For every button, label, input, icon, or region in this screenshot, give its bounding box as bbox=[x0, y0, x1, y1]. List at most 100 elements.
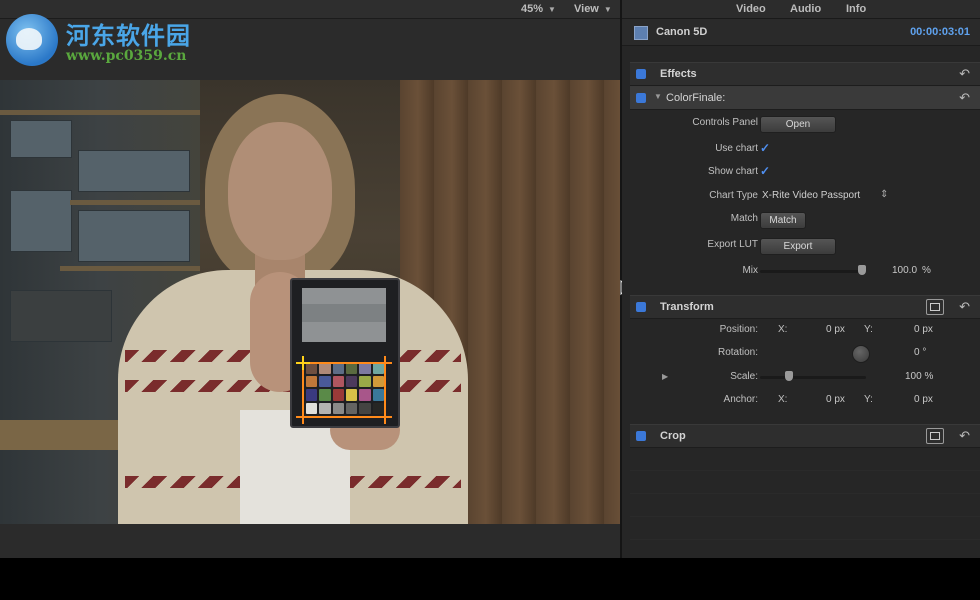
anchor-row: Anchor: X: 0 px Y: 0 px bbox=[630, 390, 980, 412]
crop-title: Crop bbox=[660, 430, 686, 442]
anchor-x-value[interactable]: 0 px bbox=[826, 394, 845, 405]
swatch bbox=[359, 389, 371, 401]
bins bbox=[10, 290, 112, 342]
chart-outline bbox=[302, 416, 386, 418]
bins bbox=[10, 190, 72, 252]
colorfinale-section-header[interactable]: ▼ ColorFinale: ↶ bbox=[630, 86, 980, 110]
crop-onscreen-control-icon[interactable] bbox=[926, 428, 944, 444]
disclosure-triangle-icon[interactable]: ▶ bbox=[662, 372, 668, 381]
chart-type-label: Chart Type bbox=[709, 190, 758, 201]
position-x-label: X: bbox=[778, 324, 788, 335]
anchor-label: Anchor: bbox=[723, 394, 758, 405]
clip-timecode: 00:00:03:01 bbox=[910, 26, 970, 38]
inspector-panel: Video Audio Info Canon 5D 00:00:03:01 Ef… bbox=[622, 0, 980, 558]
swatch bbox=[332, 375, 344, 387]
use-chart-checkbox[interactable]: ✓ bbox=[760, 141, 770, 155]
show-chart-label: Show chart bbox=[707, 166, 758, 177]
mix-value[interactable]: 100.0 bbox=[892, 265, 917, 276]
swatch bbox=[345, 402, 358, 414]
logo-icon bbox=[6, 14, 58, 66]
colorfinale-title: ColorFinale: bbox=[666, 92, 726, 104]
show-chart-checkbox[interactable]: ✓ bbox=[760, 164, 770, 178]
tab-video[interactable]: Video bbox=[736, 3, 766, 15]
video-frame[interactable] bbox=[0, 80, 620, 524]
crop-section-header[interactable]: Crop ↶ bbox=[630, 424, 980, 448]
select-arrows-icon[interactable]: ⇕ bbox=[880, 189, 888, 200]
mix-label: Mix bbox=[742, 265, 758, 276]
disclosure-triangle-icon[interactable]: ▼ bbox=[654, 92, 662, 101]
mix-row: Mix 100.0 % bbox=[630, 261, 980, 283]
export-button[interactable]: Export bbox=[760, 238, 836, 255]
controls-panel-row: Controls Panel Open bbox=[630, 113, 980, 135]
film-clip-icon bbox=[634, 26, 648, 40]
tab-info[interactable]: Info bbox=[846, 3, 866, 15]
chart-corner-handle[interactable] bbox=[296, 410, 310, 424]
chart-corner-handle[interactable] bbox=[378, 410, 392, 424]
mix-slider[interactable] bbox=[760, 265, 866, 275]
use-chart-label: Use chart bbox=[715, 143, 758, 154]
shelf bbox=[70, 200, 200, 205]
effects-enable-checkbox[interactable] bbox=[636, 69, 646, 79]
bins bbox=[10, 120, 72, 158]
swatch bbox=[332, 389, 344, 401]
view-label: View bbox=[574, 3, 599, 15]
swatch bbox=[372, 389, 384, 401]
chart-outline bbox=[302, 362, 386, 364]
position-y-value[interactable]: 0 px bbox=[914, 324, 933, 335]
mix-slider-knob[interactable] bbox=[858, 265, 866, 275]
tab-audio[interactable]: Audio bbox=[790, 3, 821, 15]
swatch bbox=[306, 375, 318, 387]
chart-type-select[interactable]: X-Rite Video Passport bbox=[762, 190, 860, 201]
color-checker-chart bbox=[290, 278, 400, 428]
position-x-value[interactable]: 0 px bbox=[826, 324, 845, 335]
scale-slider-knob[interactable] bbox=[784, 371, 793, 381]
transform-section-header[interactable]: Transform ↶ bbox=[630, 295, 980, 319]
export-lut-row: Export LUT Export bbox=[630, 235, 980, 257]
match-row: Match Match bbox=[630, 209, 980, 231]
swatch bbox=[372, 375, 384, 387]
rotation-value[interactable]: 0 ° bbox=[914, 347, 926, 358]
open-button[interactable]: Open bbox=[760, 116, 836, 133]
rotation-row: Rotation: 0 ° bbox=[630, 343, 980, 365]
reset-arrow-icon[interactable]: ↶ bbox=[959, 90, 970, 106]
watermark-url: www.pc0359.cn bbox=[66, 48, 187, 64]
zoom-menu[interactable]: 45% ▼ bbox=[521, 3, 556, 15]
chart-corner-handle[interactable] bbox=[378, 356, 392, 370]
scale-row: ▶ Scale: 100 % bbox=[630, 367, 980, 389]
person-face bbox=[228, 122, 332, 260]
inspector-tabs: Video Audio Info bbox=[622, 0, 980, 19]
controls-panel-label: Controls Panel bbox=[692, 117, 758, 128]
colorfinale-enable-checkbox[interactable] bbox=[636, 93, 646, 103]
transform-enable-checkbox[interactable] bbox=[636, 302, 646, 312]
anchor-x-label: X: bbox=[778, 394, 788, 405]
reset-arrow-icon[interactable]: ↶ bbox=[959, 66, 970, 82]
anchor-y-value[interactable]: 0 px bbox=[914, 394, 933, 405]
swatch bbox=[332, 402, 344, 414]
scale-value[interactable]: 100 % bbox=[905, 371, 933, 382]
reset-arrow-icon[interactable]: ↶ bbox=[959, 299, 970, 315]
view-menu[interactable]: View ▼ bbox=[574, 3, 612, 15]
transform-onscreen-control-icon[interactable] bbox=[926, 299, 944, 315]
match-button[interactable]: Match bbox=[760, 212, 806, 229]
bins bbox=[78, 210, 190, 262]
clip-name: Canon 5D bbox=[656, 26, 708, 38]
swatch bbox=[319, 389, 331, 401]
use-chart-row: Use chart ✓ bbox=[630, 139, 980, 161]
crop-enable-checkbox[interactable] bbox=[636, 431, 646, 441]
mix-unit: % bbox=[922, 265, 931, 276]
app-window: 45% ▼ View ▼ 河东软件园 www.pc0359.cn Video A… bbox=[0, 0, 980, 558]
swatch bbox=[319, 375, 331, 387]
reset-arrow-icon[interactable]: ↶ bbox=[959, 428, 970, 444]
shelf bbox=[0, 110, 200, 115]
effects-section-header[interactable]: Effects ↶ bbox=[630, 62, 980, 86]
show-chart-row: Show chart ✓ bbox=[630, 162, 980, 184]
match-label: Match bbox=[730, 213, 758, 224]
rotation-dial[interactable] bbox=[852, 345, 870, 363]
scale-slider[interactable] bbox=[760, 371, 866, 381]
chart-swatch-grid bbox=[306, 362, 384, 414]
chevron-down-icon: ▼ bbox=[548, 5, 556, 14]
swatch bbox=[359, 402, 371, 414]
chart-corner-handle-selected[interactable] bbox=[296, 356, 310, 370]
export-lut-label: Export LUT bbox=[707, 239, 758, 250]
chart-type-row: Chart Type X-Rite Video Passport ⇕ bbox=[630, 186, 980, 208]
